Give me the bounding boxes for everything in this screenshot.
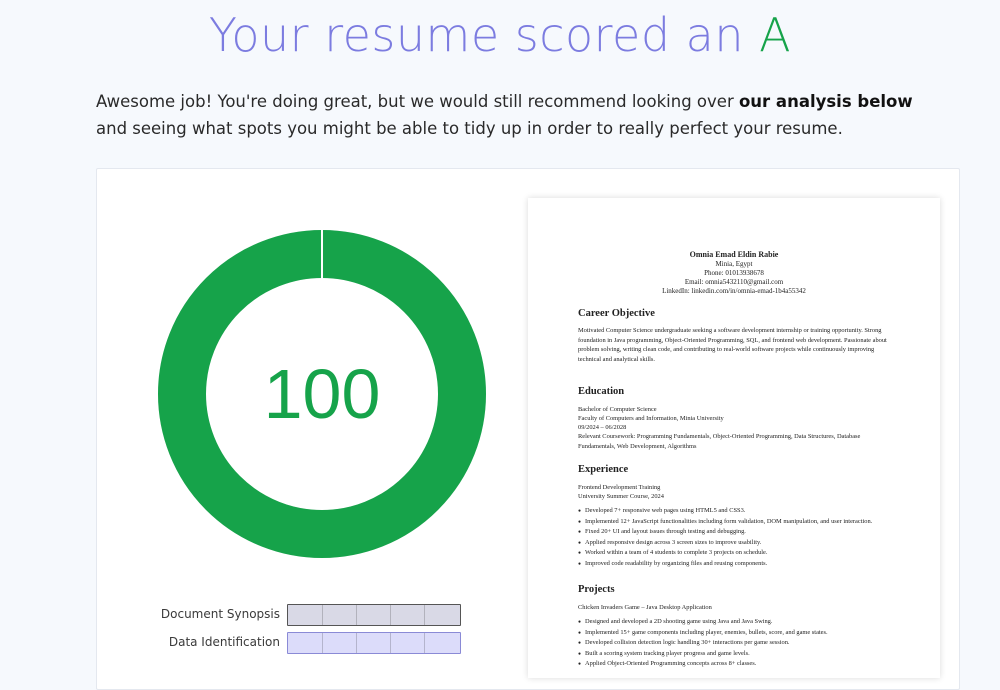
resume-bullet: Fixed 20+ UI and layout issues through t…	[578, 527, 893, 538]
resume-preview: Omnia Emad Eldin Rabie Minia, Egypt Phon…	[528, 198, 940, 678]
resume-name: Omnia Emad Eldin Rabie	[689, 250, 779, 259]
bar-gridline	[424, 605, 425, 625]
resume-phone: Phone: 01013938678	[704, 269, 764, 277]
bar-label: Data Identification	[168, 635, 280, 649]
resume-project-title: Chicken Invaders Game – Java Desktop App…	[578, 604, 712, 611]
resume-bullet: Worked within a team of 4 students to co…	[578, 548, 893, 559]
bar-label: Document Synopsis	[160, 607, 280, 621]
intro-bold: our analysis below	[738, 92, 913, 111]
resume-career-text: Motivated Computer Science undergraduate…	[578, 327, 887, 363]
page-title: Your resume scored an A	[0, 8, 1000, 62]
bar-row-data-identification: Data Identification	[150, 632, 470, 654]
bar-row-document-synopsis: Document Synopsis	[150, 604, 470, 626]
resume-career-heading: Career Objective	[578, 308, 655, 319]
resume-experience-bullets: Developed 7+ responsive web pages using …	[578, 506, 893, 569]
resume-bullet: Implemented 15+ game components includin…	[578, 628, 893, 639]
intro-after: and seeing what spots you might be able …	[96, 119, 843, 138]
resume-bullet: Applied Object-Oriented Programming conc…	[578, 659, 893, 670]
bar-gridline	[356, 633, 357, 653]
resume-projects-heading: Projects	[578, 584, 615, 595]
bar-gridline	[390, 605, 391, 625]
intro-before: Awesome job! You're doing great, but we …	[96, 92, 739, 111]
resume-bullet: Developed collision detection logic hand…	[578, 638, 893, 649]
score-value: 100	[263, 355, 381, 433]
resume-linkedin: LinkedIn: linkedin.com/in/omnia-emad-1b4…	[662, 287, 806, 295]
resume-bullet: Applied responsive design across 3 scree…	[578, 538, 893, 549]
grade-letter: A	[759, 8, 792, 62]
resume-bullet: Designed and developed a 2D shooting gam…	[578, 617, 893, 628]
score-donut: 100	[158, 230, 486, 558]
bar-gridline	[424, 633, 425, 653]
title-prefix: Your resume scored an	[208, 8, 745, 62]
bar-gridline	[390, 633, 391, 653]
bar-gridline	[322, 605, 323, 625]
resume-location: Minia, Egypt	[715, 260, 753, 268]
bar-track	[287, 632, 461, 654]
resume-experience-heading: Experience	[578, 464, 629, 475]
intro-paragraph: Awesome job! You're doing great, but we …	[96, 88, 936, 142]
resume-experience-sub: University Summer Course, 2024	[578, 493, 664, 500]
resume-project-bullets: Designed and developed a 2D shooting gam…	[578, 617, 893, 670]
resume-bullet: Improved code readability by organizing …	[578, 559, 893, 570]
resume-bullet: Developed 7+ responsive web pages using …	[578, 506, 893, 517]
resume-education-line: Relevant Coursework: Programming Fundame…	[578, 433, 861, 450]
resume-email: Email: omnia5432110@gmail.com	[684, 278, 784, 286]
resume-education-heading: Education	[578, 386, 625, 397]
bar-gridline	[356, 605, 357, 625]
resume-bullet: Implemented 12+ JavaScript functionaliti…	[578, 517, 893, 528]
resume-bullet: Built a scoring system tracking player p…	[578, 649, 893, 660]
bar-gridline	[322, 633, 323, 653]
bar-track	[287, 604, 461, 626]
